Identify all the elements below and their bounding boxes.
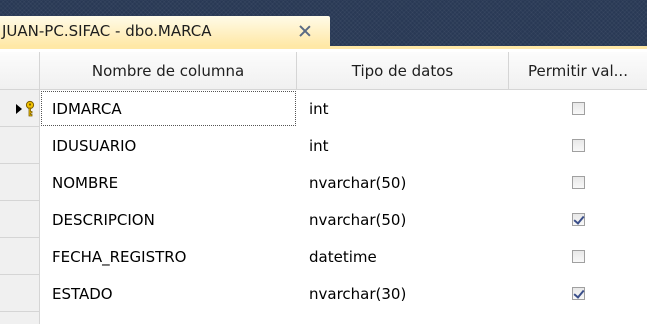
close-icon[interactable] (296, 22, 314, 40)
row-selector[interactable] (0, 90, 40, 127)
allow-nulls-checkbox[interactable] (571, 250, 585, 263)
table-designer-window: JUAN-PC.SIFAC - dbo.MARCA Nombre de colu… (0, 0, 647, 329)
column-header-type[interactable]: Tipo de datos (297, 52, 509, 89)
column-name-cell[interactable]: IDMARCA (40, 90, 297, 127)
allow-nulls-checkbox[interactable] (571, 139, 585, 152)
row-selector[interactable] (0, 164, 40, 201)
document-tab[interactable]: JUAN-PC.SIFAC - dbo.MARCA (0, 16, 330, 46)
allow-nulls-checkbox[interactable] (571, 287, 585, 300)
row-selector[interactable] (0, 127, 40, 164)
data-type-cell[interactable]: int (297, 90, 509, 127)
column-header-name[interactable]: Nombre de columna (40, 52, 297, 89)
data-type-cell[interactable]: nvarchar(50) (297, 164, 509, 201)
allow-nulls-cell (509, 90, 647, 127)
allow-nulls-cell (509, 275, 647, 312)
column-header-allow-nulls[interactable]: Permitir val... (509, 52, 647, 89)
data-type-cell[interactable]: nvarchar(50) (297, 201, 509, 238)
data-type-cell[interactable]: nvarchar(30) (297, 275, 509, 312)
row-selector[interactable] (0, 201, 40, 238)
allow-nulls-checkbox[interactable] (571, 213, 585, 226)
grid-header: Nombre de columna Tipo de datos Permitir… (0, 52, 647, 90)
table-row[interactable]: FECHA_REGISTRO datetime (0, 238, 647, 275)
table-row[interactable]: ESTADO nvarchar(30) (0, 275, 647, 312)
table-row[interactable]: NOMBRE nvarchar(50) (0, 164, 647, 201)
column-name-cell[interactable]: ESTADO (40, 275, 297, 312)
row-selector[interactable] (0, 275, 40, 312)
allow-nulls-cell (509, 164, 647, 201)
allow-nulls-cell (509, 238, 647, 275)
allow-nulls-checkbox[interactable] (571, 176, 585, 189)
table-row[interactable]: IDUSUARIO int (0, 127, 647, 164)
document-tab-title: JUAN-PC.SIFAC - dbo.MARCA (2, 22, 212, 40)
table-row[interactable]: IDMARCA int (0, 90, 647, 127)
allow-nulls-cell (509, 201, 647, 238)
active-tab-underline (0, 46, 647, 49)
column-name-cell[interactable]: DESCRIPCION (40, 201, 297, 238)
column-name-cell[interactable]: FECHA_REGISTRO (40, 238, 297, 275)
primary-key-arrow-icon (16, 100, 35, 117)
column-name-cell[interactable]: NOMBRE (40, 164, 297, 201)
row-selector-header (0, 52, 40, 89)
allow-nulls-cell (509, 127, 647, 164)
row-selector[interactable] (0, 238, 40, 275)
data-type-cell[interactable]: datetime (297, 238, 509, 275)
document-tab-strip: JUAN-PC.SIFAC - dbo.MARCA (0, 0, 647, 46)
allow-nulls-checkbox[interactable] (571, 102, 585, 115)
row-selector[interactable] (0, 312, 40, 324)
table-row[interactable]: DESCRIPCION nvarchar(50) (0, 201, 647, 238)
column-name-cell[interactable]: IDUSUARIO (40, 127, 297, 164)
data-type-cell[interactable]: int (297, 127, 509, 164)
